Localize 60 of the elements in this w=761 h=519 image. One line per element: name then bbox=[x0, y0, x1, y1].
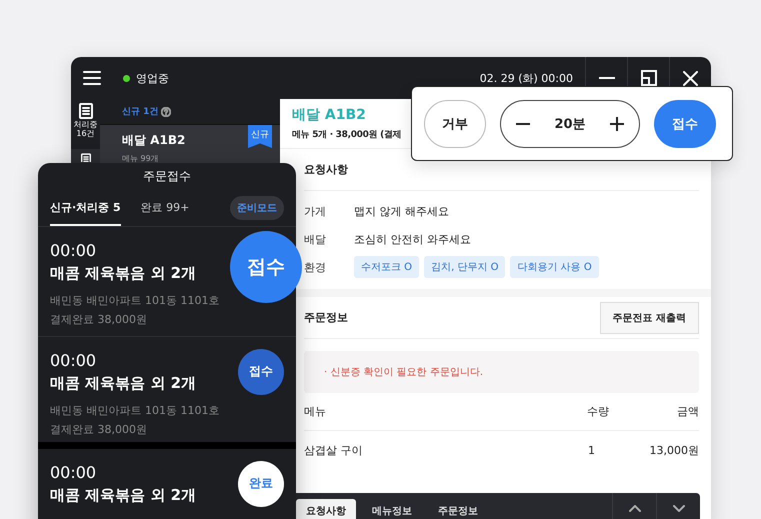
prep-time: 20분 bbox=[554, 116, 586, 132]
order-title: 배달 A1B2 bbox=[122, 132, 186, 149]
plus-icon bbox=[610, 116, 624, 130]
minus-icon bbox=[516, 122, 530, 124]
menu-icon bbox=[83, 71, 101, 85]
chevron-down-icon bbox=[672, 504, 684, 512]
request-value: 조심히 안전히 와주세요 bbox=[354, 232, 471, 246]
document-icon bbox=[80, 152, 90, 162]
request-tag: 김치, 단무지 O bbox=[424, 256, 506, 278]
table-cell-text: 삼겹살 구이 bbox=[304, 442, 364, 458]
bottom-tab[interactable]: 요청사항 bbox=[296, 499, 356, 519]
panel-tab[interactable]: 완료 99+ bbox=[140, 190, 190, 226]
datetime: 02. 29 (화) 00:00 bbox=[480, 70, 573, 86]
help-icon bbox=[161, 106, 172, 116]
rail-item[interactable]: 처리중 16건 bbox=[71, 99, 100, 149]
accept-button[interactable]: 접수 bbox=[654, 100, 716, 148]
order-title: 매콤 제육볶음 외 2개 bbox=[50, 264, 196, 283]
accept-button[interactable]: 접수 bbox=[238, 348, 284, 395]
notice-text: · 신분증 확인이 필요한 주문입니다. bbox=[304, 351, 699, 393]
bottom-tab[interactable]: 주문정보 bbox=[428, 499, 488, 519]
reprint-button[interactable]: 주문전표 재출력 bbox=[600, 302, 699, 334]
order-payment: 결제완료 38,000원 bbox=[50, 422, 147, 437]
status-label: 영업중 bbox=[136, 70, 169, 86]
order-time: 00:00 bbox=[50, 462, 96, 482]
detail-title: 배달 A1B2 bbox=[292, 106, 366, 124]
order-time: 00:00 bbox=[50, 240, 96, 260]
order-list-item[interactable]: 배달 A1B2 메뉴 99개 신규 bbox=[100, 125, 280, 163]
detail-summary: 메뉴 5개 · 38,000원 (결제 bbox=[292, 129, 402, 141]
document-icon bbox=[78, 103, 92, 119]
request-label: 가게 bbox=[304, 204, 327, 218]
order-address: 배민동 배민아파트 101동 1101호 bbox=[50, 402, 220, 418]
ready-mode-button[interactable]: 준비모드 bbox=[230, 196, 284, 220]
column-header: 금액 bbox=[676, 404, 699, 419]
order-title: 매콤 제육볶음 외 2개 bbox=[50, 374, 196, 393]
request-tag: 다회용기 사용 O bbox=[510, 256, 599, 278]
request-label: 환경 bbox=[304, 260, 327, 274]
panel-tab[interactable]: 신규·처리중 5 bbox=[50, 190, 121, 226]
order-title: 매콤 제육볶음 외 2개 bbox=[50, 486, 196, 504]
list-heading: 신규 1건 bbox=[122, 106, 158, 118]
table-cell-text: 13,000원 bbox=[648, 442, 699, 458]
new-badge: 신규 bbox=[248, 125, 272, 148]
column-header: 메뉴 bbox=[304, 404, 327, 419]
accept-button[interactable]: 접수 bbox=[230, 230, 302, 303]
reject-button[interactable]: 거부 bbox=[424, 100, 486, 148]
section-title: 주문정보 bbox=[304, 310, 348, 325]
request-label: 배달 bbox=[304, 232, 327, 246]
section-title: 요청사항 bbox=[304, 162, 348, 177]
order-payment: 결제완료 38,000원 bbox=[50, 312, 147, 327]
minimize-icon bbox=[598, 77, 614, 79]
order-address: 배민동 배민아파트 101동 1101호 bbox=[50, 292, 220, 308]
panel-title: 주문접수 bbox=[143, 168, 191, 186]
request-tag: 수저포크 O bbox=[354, 256, 420, 278]
order-time: 00:00 bbox=[50, 350, 96, 370]
order-sub: 메뉴 99개 bbox=[122, 153, 159, 164]
column-header: 수량 bbox=[586, 404, 609, 419]
table-cell-text: 1 bbox=[587, 444, 596, 456]
bottom-tab[interactable]: 메뉴정보 bbox=[362, 499, 422, 519]
request-value: 맵지 않게 해주세요 bbox=[354, 204, 449, 218]
complete-button[interactable]: 완료 bbox=[238, 460, 284, 506]
chevron-up-icon bbox=[628, 504, 640, 512]
